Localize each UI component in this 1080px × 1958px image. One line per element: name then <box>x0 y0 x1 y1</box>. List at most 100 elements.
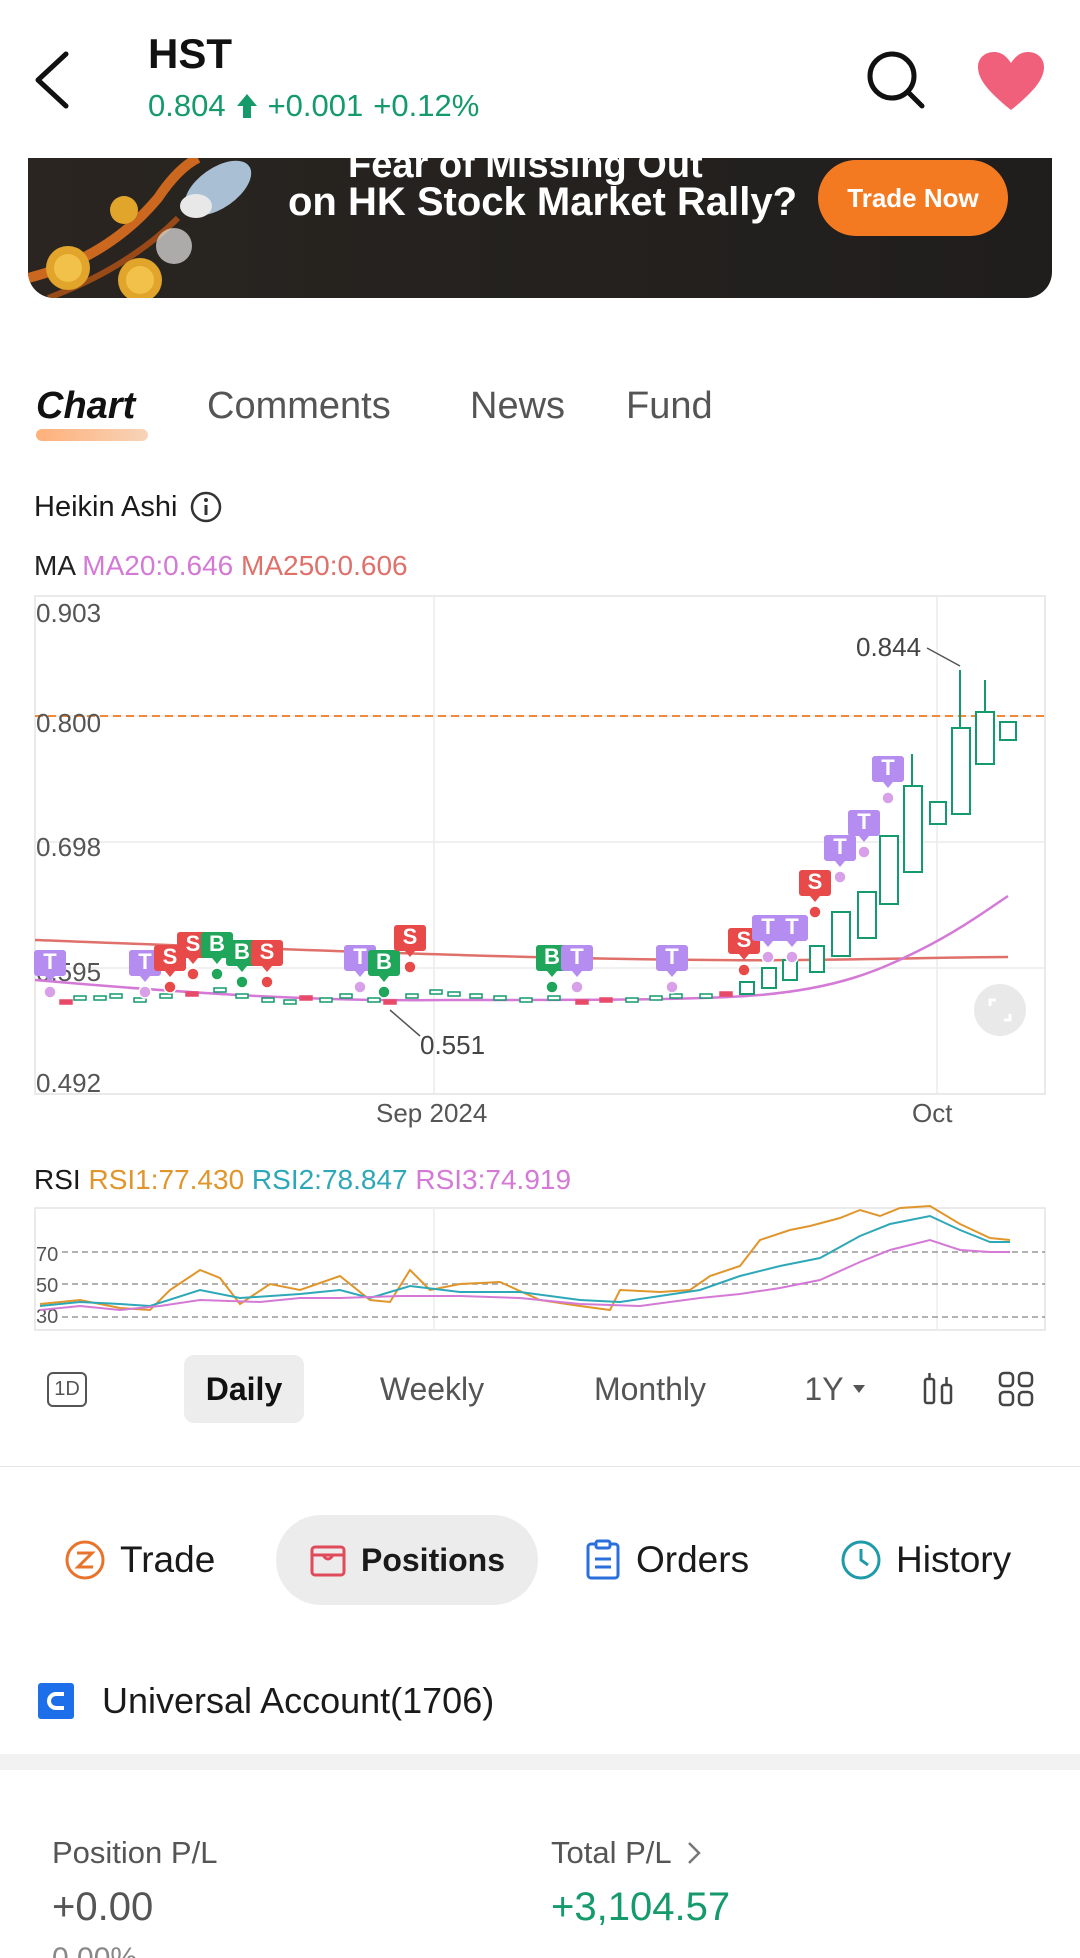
ma20-value: MA20:0.646 <box>82 550 234 581</box>
candle <box>951 727 971 815</box>
signal-marker-letter: T <box>881 755 895 780</box>
detail-tabs: Chart Comments News Fund <box>0 385 1080 445</box>
grid-menu-icon[interactable] <box>998 1371 1034 1407</box>
candle <box>809 945 825 973</box>
trade-now-button[interactable]: Trade Now <box>818 160 1008 236</box>
trade-button[interactable]: Trade <box>64 1515 215 1605</box>
signal-marker-letter: T <box>785 914 799 939</box>
period-daily[interactable]: Daily <box>184 1355 304 1423</box>
ma-legend: MA MA20:0.646 MA250:0.606 <box>34 550 408 582</box>
tab-news[interactable]: News <box>470 385 565 428</box>
chart-type-label[interactable]: Heikin Ashi <box>34 490 223 524</box>
rsi3-value: RSI3:74.919 <box>415 1164 572 1195</box>
candle <box>519 997 533 1003</box>
positions-button[interactable]: Positions <box>276 1515 538 1605</box>
tab-chart[interactable]: Chart <box>36 385 135 428</box>
chart-type-text: Heikin Ashi <box>34 490 178 523</box>
y-tick-label: 0.903 <box>36 598 101 628</box>
signal-marker-letter: T <box>43 949 57 974</box>
low-label: 0.551 <box>420 1030 485 1060</box>
tab-comments[interactable]: Comments <box>207 385 391 428</box>
promo-banner[interactable]: Fear of Missing Out on HK Stock Market R… <box>28 158 1052 298</box>
signal-t-marker[interactable]: T <box>776 914 808 964</box>
signal-marker-letter: T <box>138 949 152 974</box>
rsi-legend: RSI RSI1:77.430 RSI2:78.847 RSI3:74.919 <box>34 1164 571 1196</box>
candle <box>493 995 507 1001</box>
period-monthly[interactable]: Monthly <box>578 1355 722 1423</box>
rsi2-value: RSI2:78.847 <box>251 1164 408 1195</box>
candle <box>447 991 461 997</box>
signal-sell-marker[interactable]: S <box>799 869 831 919</box>
account-selector[interactable]: Universal Account(1706) <box>36 1680 494 1722</box>
rsi-level-label: 70 <box>36 1244 58 1266</box>
positions-icon <box>310 1545 346 1577</box>
candle <box>625 997 639 1003</box>
candle <box>649 995 663 1001</box>
signal-marker-letter: S <box>186 931 201 956</box>
candle <box>261 997 275 1003</box>
trade-icon <box>65 1540 105 1580</box>
signal-t-marker[interactable]: T <box>656 944 688 994</box>
last-price: 0.804 <box>148 88 226 123</box>
candle <box>213 987 227 993</box>
candle <box>879 835 899 905</box>
quote-line: 0.804 +0.001 +0.12% <box>148 88 479 124</box>
rsi-panel-frame <box>34 1207 1046 1331</box>
indicator-settings-icon[interactable] <box>922 1371 958 1407</box>
x-tick-label: Oct <box>912 1098 953 1128</box>
candle <box>319 997 333 1003</box>
rsi3-line <box>39 1238 1010 1312</box>
y-tick-label: 0.800 <box>36 708 101 738</box>
signal-marker-letter: T <box>353 944 367 969</box>
signal-t-marker[interactable]: T <box>872 755 904 805</box>
y-tick-label: 0.698 <box>36 832 101 862</box>
total-pl-link[interactable]: Total P/L <box>551 1835 702 1871</box>
price-chart[interactable]: 0.903 0.800 0.698 0.595 0.492 0.844 0.55… <box>0 590 1080 1340</box>
heart-icon[interactable] <box>976 50 1046 112</box>
chevron-right-icon <box>687 1842 701 1864</box>
back-arrow-icon[interactable] <box>28 48 78 112</box>
intraday-1d-button[interactable]: 1D <box>44 1355 90 1423</box>
active-tab-indicator <box>36 429 148 441</box>
candle <box>469 993 483 999</box>
candle <box>429 989 443 995</box>
history-button[interactable]: History <box>840 1515 1011 1605</box>
signal-buy-marker[interactable]: B <box>368 949 400 999</box>
orders-label: Orders <box>636 1539 750 1580</box>
range-dropdown[interactable]: 1Y <box>800 1355 870 1423</box>
total-pl-value: +3,104.57 <box>551 1885 731 1929</box>
signal-marker-letter: T <box>833 834 847 859</box>
period-weekly[interactable]: Weekly <box>362 1355 502 1423</box>
trade-label: Trade <box>120 1539 216 1580</box>
candle <box>109 993 123 999</box>
orders-button[interactable]: Orders <box>584 1515 749 1605</box>
candle <box>999 721 1017 741</box>
signal-marker-letter: T <box>665 944 679 969</box>
candle <box>599 997 613 1003</box>
tab-fund[interactable]: Fund <box>626 385 713 428</box>
candle <box>699 993 713 999</box>
candle <box>73 995 87 1001</box>
signal-t-marker[interactable]: T <box>561 944 593 994</box>
candle <box>831 911 851 957</box>
signal-sell-marker[interactable]: S <box>251 939 283 989</box>
search-icon[interactable] <box>864 48 928 112</box>
candle <box>283 999 297 1005</box>
positions-label: Positions <box>360 1541 505 1578</box>
expand-chart-button[interactable] <box>974 984 1026 1036</box>
ma-label: MA <box>34 550 75 581</box>
info-icon[interactable] <box>189 490 223 524</box>
account-card-icon <box>38 1683 74 1719</box>
signal-marker-letter: T <box>570 944 584 969</box>
header: HST 0.804 +0.001 +0.12% <box>0 0 1080 150</box>
candle <box>903 785 923 873</box>
candle <box>761 967 777 989</box>
trade-action-bar: Trade Positions Orders History <box>0 1515 1080 1605</box>
candle <box>339 993 353 999</box>
signal-t-marker[interactable]: T <box>34 949 66 999</box>
candle <box>975 711 995 765</box>
candle <box>739 981 755 995</box>
price-change: +0.001 <box>267 88 364 123</box>
candle <box>59 999 73 1005</box>
candle <box>93 995 107 1001</box>
